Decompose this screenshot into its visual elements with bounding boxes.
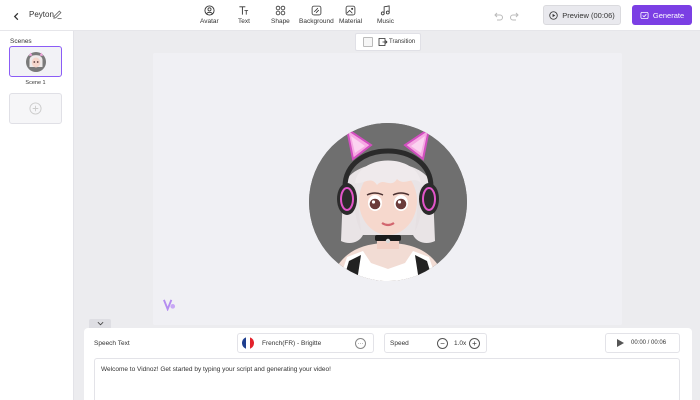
speed-value: 1.0x <box>454 340 467 347</box>
video-canvas[interactable] <box>153 53 622 325</box>
transition-icon <box>378 38 388 46</box>
scenes-panel: Scenes Scene 1 <box>0 31 74 400</box>
speed-label: Speed <box>390 340 409 347</box>
tool-label: Shape <box>271 18 290 25</box>
script-text: Welcome to Vidnoz! Get started by typing… <box>101 366 331 373</box>
generate-icon <box>640 11 649 19</box>
add-scene-button[interactable] <box>9 93 62 124</box>
back-button[interactable] <box>8 8 24 24</box>
transition-checkbox[interactable] <box>363 37 373 47</box>
scene-label: Scene 1 <box>25 80 46 86</box>
tool-text[interactable]: Text <box>238 5 250 25</box>
tool-label: Avatar <box>200 18 219 25</box>
collapse-panel-button[interactable] <box>89 319 111 328</box>
speech-text-label: Speech Text <box>94 340 130 347</box>
top-bar: Peyton Avatar Text Shape Background Mate… <box>0 0 700 31</box>
speech-panel: Speech Text French(FR) - Brigitte ··· Sp… <box>84 328 692 400</box>
avatar-icon <box>204 5 215 16</box>
play-icon[interactable] <box>617 339 624 347</box>
tool-music[interactable]: Music <box>377 5 394 25</box>
speed-increase-button[interactable]: + <box>469 338 480 349</box>
transition-button[interactable]: Transition <box>355 33 421 51</box>
vidnoz-logo-icon <box>163 299 176 311</box>
scenes-title: Scenes <box>10 38 32 45</box>
more-options-icon[interactable]: ··· <box>355 338 366 349</box>
play-circle-icon <box>549 10 558 20</box>
france-flag-icon <box>242 337 254 349</box>
transition-label: Transition <box>389 39 416 45</box>
music-icon <box>380 5 390 16</box>
voice-name: French(FR) - Brigitte <box>262 339 322 347</box>
undo-icon[interactable] <box>492 10 504 22</box>
material-icon <box>345 5 356 16</box>
tool-material[interactable]: Material <box>339 5 362 25</box>
tool-avatar[interactable]: Avatar <box>200 5 219 25</box>
project-name[interactable]: Peyton <box>29 10 54 19</box>
tool-label: Material <box>339 18 363 25</box>
scene-thumbnail[interactable] <box>9 46 62 77</box>
preview-label: Preview (00:06) <box>562 10 615 20</box>
chevron-down-icon <box>97 321 103 326</box>
audio-player: 00:00 / 00:06 <box>605 333 680 353</box>
background-icon <box>311 5 322 16</box>
speed-decrease-button[interactable]: − <box>437 338 448 349</box>
anime-avatar-illustration <box>309 123 467 281</box>
speed-control: Speed − 1.0x + <box>384 333 487 353</box>
tool-label: Text <box>238 18 250 25</box>
generate-label: Generate <box>652 10 685 20</box>
shape-icon <box>275 5 286 16</box>
redo-icon[interactable] <box>509 10 521 22</box>
playback-time: 00:00 / 00:06 <box>631 340 667 346</box>
tool-background[interactable]: Background <box>299 5 334 25</box>
tool-shape[interactable]: Shape <box>271 5 290 25</box>
plus-circle-icon <box>29 102 42 115</box>
text-icon <box>239 6 249 15</box>
voice-selector[interactable]: French(FR) - Brigitte ··· <box>237 333 374 353</box>
avatar-thumbnail-image <box>25 51 46 72</box>
edit-icon[interactable] <box>52 9 63 20</box>
avatar-image[interactable] <box>309 123 467 281</box>
preview-button[interactable]: Preview (00:06) <box>543 5 621 25</box>
tool-label: Music <box>377 18 394 25</box>
tool-label: Background <box>299 18 334 25</box>
generate-button[interactable]: Generate <box>632 5 692 25</box>
script-textarea[interactable]: Welcome to Vidnoz! Get started by typing… <box>94 358 680 400</box>
chevron-left-icon <box>13 12 18 20</box>
